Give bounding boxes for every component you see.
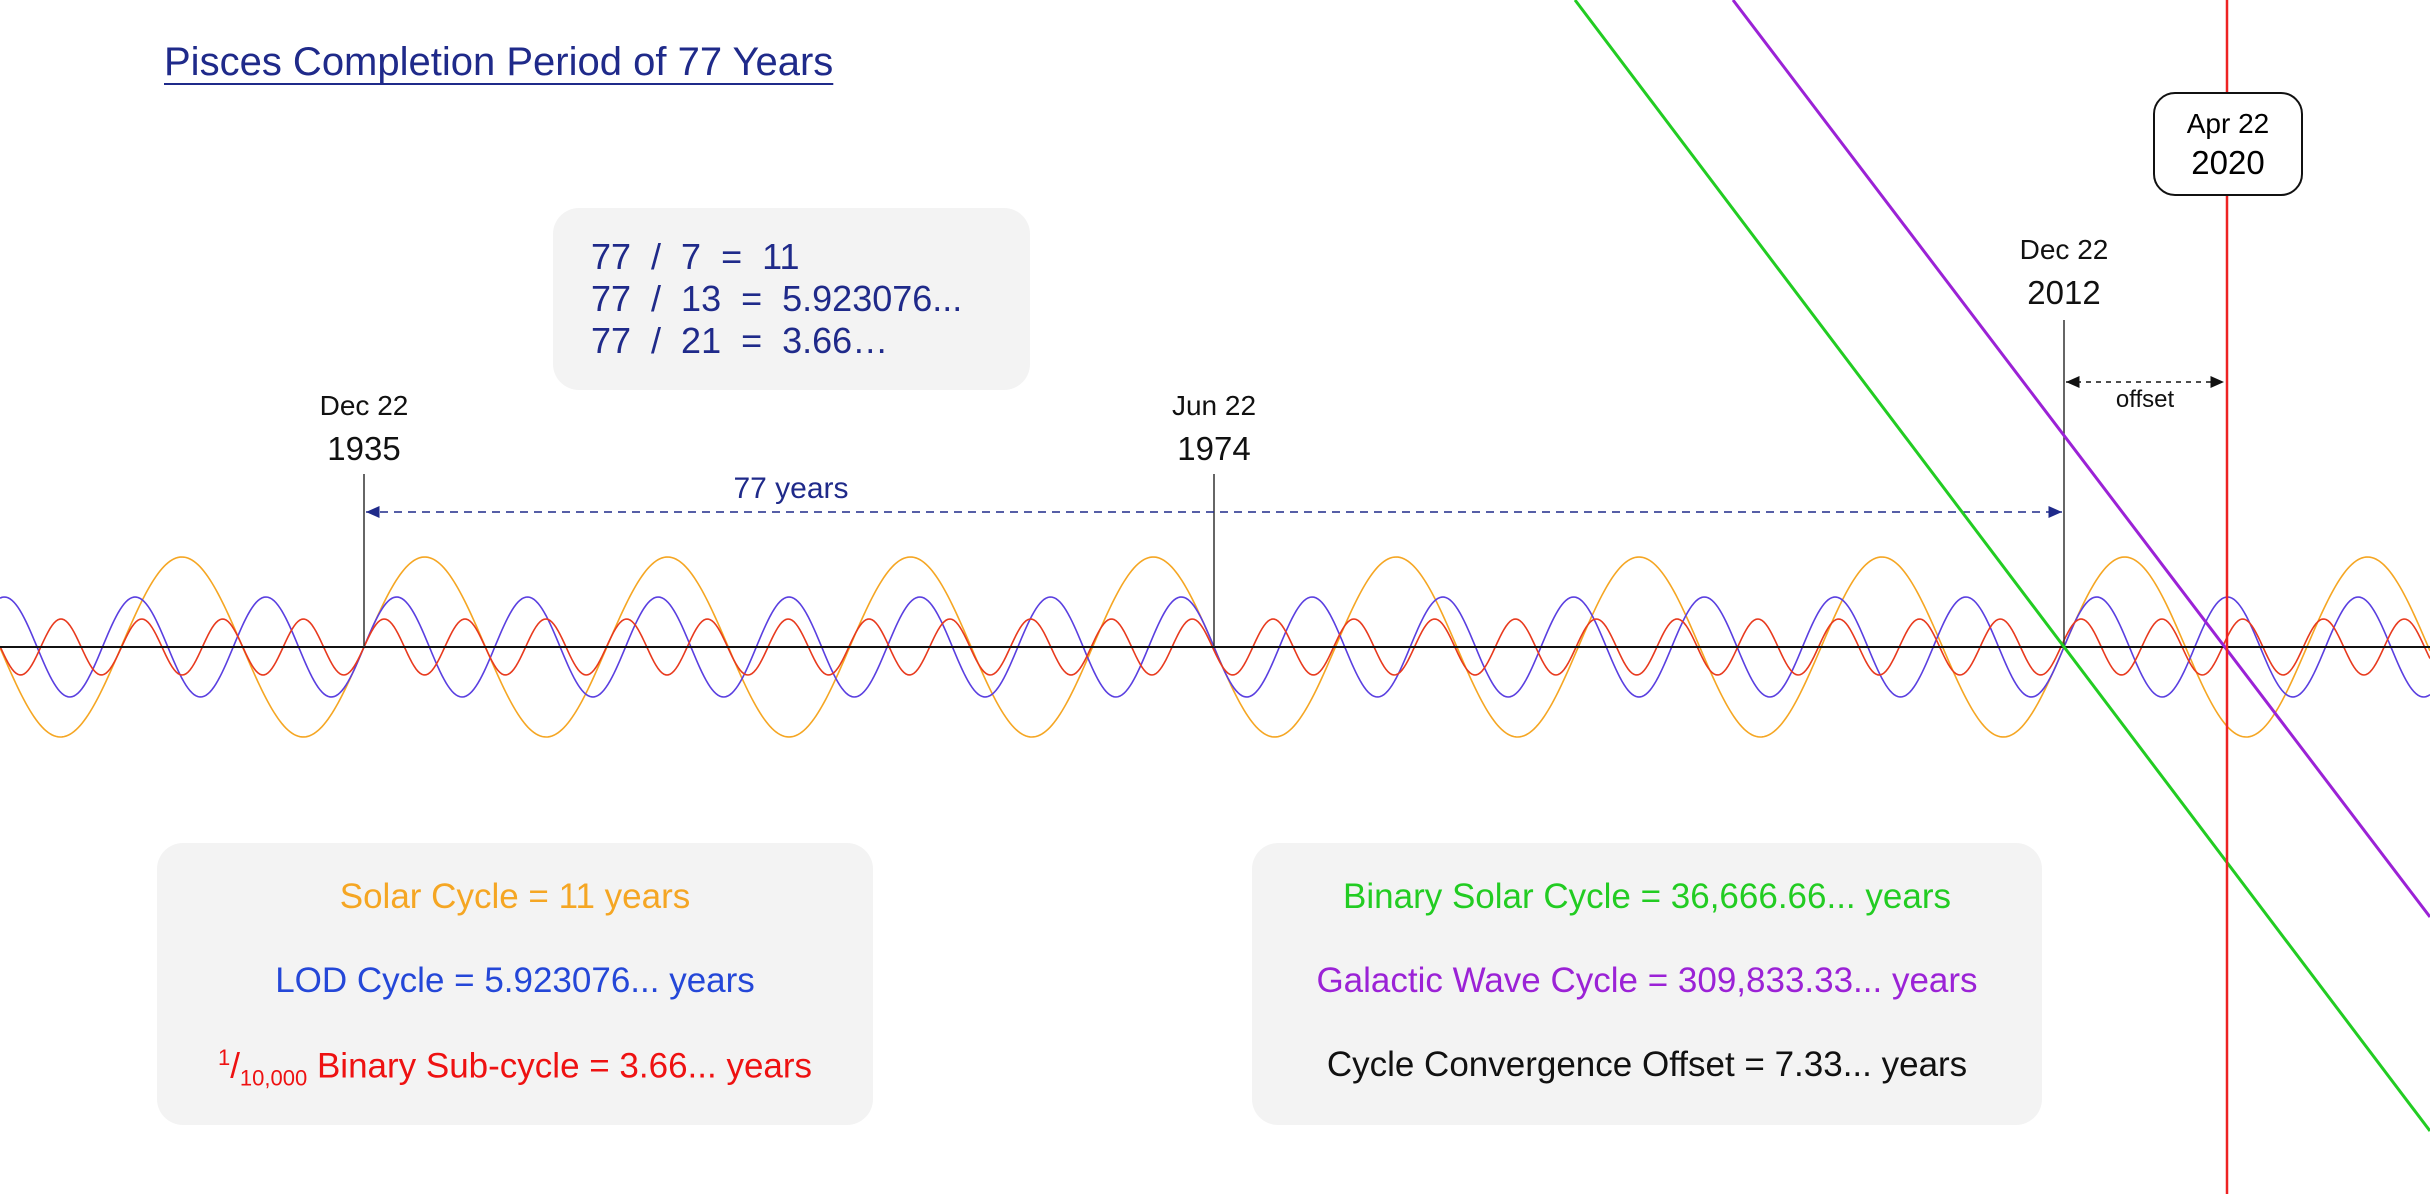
division-line: 77 / 21 = 3.66… <box>591 320 889 361</box>
convergence-offset-text: Cycle Convergence Offset = 7.33... years <box>1326 1045 1968 1084</box>
galactic-wave-cycle-line <box>1731 0 2430 918</box>
division-line: 77 / 7 = 11 <box>591 236 800 277</box>
offset-label: offset <box>2115 386 2175 413</box>
division-line: 77 / 13 = 5.923076... <box>591 278 963 319</box>
current-date-box: Apr 22 2020 <box>2153 92 2303 196</box>
marker-label-1935: Dec 22 1935 <box>320 390 409 468</box>
marker-month-day: Dec 22 <box>319 390 409 421</box>
galactic-wave-cycle-text: Galactic Wave Cycle = 309,833.33... year… <box>1316 961 1978 1000</box>
page-title: Pisces Completion Period of 77 Years <box>164 40 834 84</box>
marker-year: 1935 <box>327 430 401 467</box>
binary-subcycle-text: 1/10,000 Binary Sub-cycle = 3.66... year… <box>217 1045 813 1091</box>
binary-solar-cycle-text: Binary Solar Cycle = 36,666.66... years <box>1343 877 1951 916</box>
cycle-legend-right: Binary Solar Cycle = 36,666.66... years … <box>1252 843 2042 1125</box>
diagram-canvas: Pisces Completion Period of 77 Years 77 … <box>0 0 2430 1194</box>
solar-cycle-text: Solar Cycle = 11 years <box>339 877 691 916</box>
marker-year: 2012 <box>2027 274 2101 311</box>
fraction-denominator: 10,000 <box>239 1065 308 1091</box>
fraction-numerator: 1 <box>217 1045 231 1070</box>
cycle-legend-left: Solar Cycle = 11 years LOD Cycle = 5.923… <box>157 843 873 1125</box>
current-year: 2020 <box>2191 144 2265 181</box>
marker-year: 1974 <box>1177 430 1251 467</box>
lod-cycle-text: LOD Cycle = 5.923076... years <box>275 961 755 1000</box>
marker-month-day: Dec 22 <box>2019 234 2109 265</box>
marker-label-2012: Dec 22 2012 <box>2020 234 2109 312</box>
span-label: 77 years <box>727 472 855 506</box>
marker-month-day: Jun 22 <box>1171 390 1257 421</box>
marker-label-1974: Jun 22 1974 <box>1172 390 1256 468</box>
current-month-day: Apr 22 <box>2186 108 2270 139</box>
binary-subcycle-label: Binary Sub-cycle = 3.66... years <box>307 1046 813 1086</box>
division-box: 77 / 7 = 11 77 / 13 = 5.923076... 77 / 2… <box>553 208 1030 390</box>
